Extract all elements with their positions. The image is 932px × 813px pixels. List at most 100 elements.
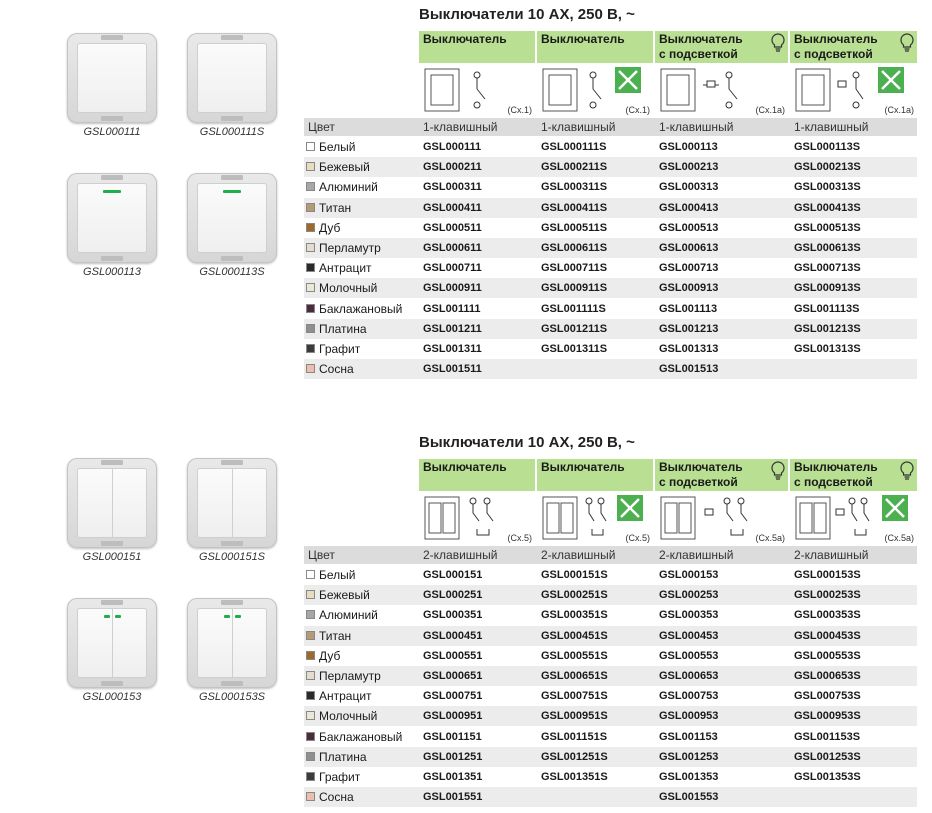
article-code: GSL001251 — [423, 750, 483, 763]
color-name: Баклажановый — [319, 301, 403, 316]
color-name: Алюминий — [319, 608, 378, 623]
scheme-label: (Сх.1) — [507, 105, 533, 115]
column-header: Выключатель — [419, 31, 535, 63]
table-row: Алюминий GSL000311 GSL000311S GSL000313 GSL0… — [304, 177, 917, 197]
table-row: Титан GSL000451 GSL000451S GSL000453 GSL0004… — [304, 625, 917, 646]
wiring-diagram: (Сх.1) — [419, 63, 535, 118]
table-row: Белый GSL000111 GSL000111S GSL000113 GSL0001… — [304, 137, 917, 157]
article-code: GSL000611S — [541, 242, 608, 254]
color-swatch — [306, 323, 315, 333]
article-code: GSL001213 — [659, 322, 719, 335]
article-code: GSL000153S — [794, 569, 861, 581]
photo-caption: GSL000111S — [199, 126, 265, 138]
wiring-diagram: (Сх.5а) — [790, 491, 917, 546]
column-header: Выключатель с подсветкой — [790, 31, 917, 63]
type-label: 1-клавишный — [659, 120, 734, 134]
article-code: GSL000653S — [794, 670, 861, 682]
color-swatch — [306, 731, 315, 741]
table-row: Баклажановый GSL001111 GSL001111S GSL001113… — [304, 299, 917, 319]
article-code: GSL000953 — [659, 710, 719, 723]
article-code: GSL000553 — [659, 649, 719, 662]
article-code: GSL000111S — [541, 141, 607, 153]
article-code: GSL000613S — [794, 242, 861, 254]
color-swatch — [306, 243, 315, 252]
article-code: GSL000211 — [423, 161, 482, 174]
article-code: GSL001113S — [794, 302, 860, 315]
column-header: Выключатель — [419, 459, 535, 491]
article-code: GSL000713S — [794, 262, 861, 275]
article-code: GSL000113S — [794, 141, 861, 153]
article-code: GSL000753 — [659, 690, 719, 703]
color-name: Антрацит — [319, 689, 372, 704]
article-code: GSL000111 — [423, 141, 482, 153]
article-code: GSL001253 — [659, 750, 719, 763]
table-row: Бежевый GSL000211 GSL000211S GSL000213 GSL00… — [304, 157, 917, 178]
scheme-label: (Сх.5) — [507, 533, 533, 543]
type-label: 2-клавишный — [659, 548, 734, 562]
article-code: GSL000253S — [794, 589, 861, 602]
article-code: GSL001151S — [541, 730, 608, 743]
article-code: GSL000511 — [423, 221, 482, 234]
color-name: Платина — [319, 749, 367, 764]
article-code: GSL000251 — [423, 589, 483, 602]
type-label: 1-клавишный — [423, 120, 498, 134]
color-swatch — [306, 590, 315, 600]
article-code: GSL001353S — [794, 771, 861, 783]
article-code: GSL000711 — [423, 262, 482, 275]
color-swatch — [306, 162, 315, 172]
color-swatch — [306, 711, 315, 721]
scheme-label: (Сх.1а) — [884, 105, 914, 115]
color-name: Перламутр — [319, 669, 381, 683]
switch-photo-4 — [187, 173, 277, 263]
scheme-label: (Сх.5а) — [884, 533, 914, 543]
section-title: Выключатели 10 АХ, 250 В, ~ — [419, 6, 635, 23]
article-code: GSL000213 — [659, 161, 719, 174]
article-code: GSL000711S — [541, 262, 608, 275]
switch-photo-4 — [187, 598, 277, 688]
photo-caption: GSL000153 — [82, 691, 142, 703]
table-row: Алюминий GSL000351 GSL000351S GSL000353 GSL0… — [304, 605, 917, 625]
type-label: 1-клавишный — [794, 120, 869, 134]
table-row: Титан GSL000411 GSL000411S GSL000413 GSL0004… — [304, 197, 917, 218]
switch-photo-3 — [67, 173, 157, 263]
color-name: Алюминий — [319, 180, 378, 195]
color-name: Сосна — [319, 362, 354, 377]
color-swatch — [306, 792, 315, 802]
photo-caption: GSL000113S — [199, 266, 265, 278]
color-name: Дуб — [319, 648, 341, 663]
article-code: GSL000913 — [659, 282, 719, 295]
article-code: GSL000411S — [541, 201, 608, 214]
switch-photo-2 — [187, 458, 277, 548]
scheme-label: (Сх.5а) — [755, 533, 785, 543]
color-name: Графит — [319, 770, 361, 784]
article-code: GSL001111S — [541, 302, 606, 315]
article-code: GSL000313 — [659, 181, 719, 194]
color-name: Сосна — [319, 790, 354, 805]
article-code: GSL000651S — [541, 670, 608, 682]
article-code: GSL001511 — [423, 363, 482, 376]
color-name: Дуб — [319, 220, 341, 235]
table-row: Перламутр GSL000651 GSL000651S GSL000653 GSL… — [304, 666, 917, 686]
article-code: GSL000453S — [794, 629, 861, 642]
photo-caption: GSL000111 — [83, 126, 141, 138]
scheme-label: (Сх.1а) — [755, 105, 785, 115]
lightbulb-icon — [900, 33, 914, 52]
color-swatch — [306, 142, 315, 151]
table-row: Платина GSL001211 GSL001211S GSL001213 GSL00… — [304, 318, 917, 339]
wiring-diagram: (Сх.5) — [537, 491, 653, 546]
switch-photo-1 — [67, 458, 157, 548]
article-code: GSL000353S — [794, 609, 861, 622]
color-swatch — [306, 283, 315, 293]
article-code: GSL000611 — [423, 242, 482, 254]
article-code: GSL001151 — [423, 730, 482, 743]
column-header: Выключатель с подсветкой — [655, 31, 788, 63]
article-code: GSL000751S — [541, 690, 608, 703]
article-code: GSL000411 — [423, 201, 482, 214]
article-code: GSL000511S — [541, 221, 608, 234]
table-header-row: Цвет 2-клавишный 2-клавишный 2-клавишный… — [304, 546, 917, 564]
article-code: GSL000553S — [794, 649, 861, 662]
color-swatch — [306, 303, 315, 313]
column-header: Выключатель с подсветкой — [655, 459, 788, 491]
article-code: GSL001311 — [423, 343, 482, 355]
wiring-diagram: (Сх.5) — [419, 491, 535, 546]
